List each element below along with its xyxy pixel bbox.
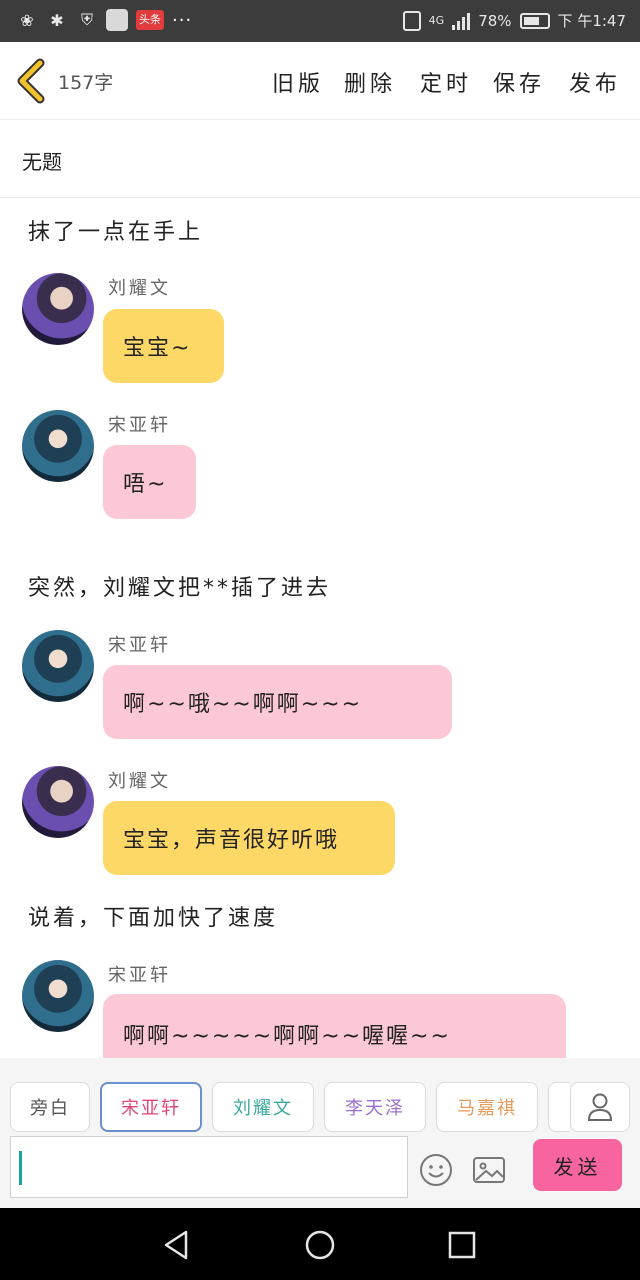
message-bubble: 啊~~哦~~啊啊~~~ [103,665,452,739]
role-tab-song-yaxuan[interactable]: 宋亚轩 [100,1082,202,1132]
status-bar: ❀ ✱ ⛨ 头条 ··· 4G 78% 下 午1:47 [0,0,640,42]
emoji-icon [420,1154,452,1186]
battery-icon [519,12,550,29]
shield-icon: ⛨ [80,10,93,29]
message-bubble: 啊啊~~~~~啊啊~~喔喔~~ 呜呜 [103,994,566,1058]
fan-icon: ❀ [20,10,34,30]
message-bubble: 宝宝，声音很好听哦 [103,801,395,875]
message-input[interactable] [10,1136,408,1198]
narration-line: 突然，刘耀文把**插了进去 [28,576,332,601]
speaker-name: 刘耀文 [108,771,171,792]
person-icon [587,1093,613,1121]
story-content[interactable]: 抹了一点在手上 刘耀文 宝宝~ 宋亚轩 唔~ 突然，刘耀文把**插了进去 宋亚轩… [0,198,640,1058]
role-tab-ma-jiaqi[interactable]: 马嘉祺 [436,1082,538,1132]
message-bubble: 唔~ [103,445,196,519]
speaker-name: 宋亚轩 [108,965,171,986]
role-label: 旁白 [30,1098,70,1119]
avatar [22,410,94,482]
more-notifications: ··· [172,9,193,31]
old-version-button[interactable]: 旧版 [272,66,324,98]
word-count: 157字 [58,72,114,94]
news-badge: 头条 [136,10,164,30]
editor-header: 157字 旧版 删除 定时 保存 发布 [0,42,640,120]
triangle-back-icon [164,1230,188,1260]
message-bubble: 宝宝~ [103,309,224,383]
square-recent-icon [448,1231,476,1259]
avatar [22,630,94,702]
manage-roles-button[interactable] [570,1082,630,1132]
circle-home-icon [305,1230,335,1260]
app-root: ❀ ✱ ⛨ 头条 ··· 4G 78% 下 午1:47 157字 旧版 删除 定… [0,0,640,1280]
publish-button[interactable]: 发布 [569,66,621,98]
chevron-left-icon [17,58,45,104]
message-text: 啊啊~~~~~啊啊~~喔喔~~ [123,1024,451,1049]
role-tab-li-tianze[interactable]: 李天泽 [324,1082,426,1132]
emoji-button[interactable] [418,1152,454,1188]
role-tab-liu-yaowen[interactable]: 刘耀文 [212,1082,314,1132]
vibrate-icon [402,10,421,31]
role-label: 马嘉祺 [457,1098,517,1119]
role-tab-narrator[interactable]: 旁白 [10,1082,90,1132]
avatar [22,273,94,345]
back-button[interactable] [14,58,50,104]
nav-back-button[interactable] [160,1228,194,1262]
speaker-name: 宋亚轩 [108,415,171,436]
app-icon [106,9,128,31]
speaker-name: 宋亚轩 [108,635,171,656]
role-label: 刘耀文 [233,1098,293,1119]
status-right: 4G 78% 下 午1:47 [402,10,626,31]
save-button[interactable]: 保存 [493,66,545,98]
text-caret [19,1151,22,1185]
avatar [22,960,94,1032]
pinwheel-icon: ✱ [50,10,64,30]
battery-percent: 78% [478,11,512,30]
composer-panel: 旁白 宋亚轩 刘耀文 李天泽 马嘉祺 发送 [0,1058,640,1208]
image-button[interactable] [471,1152,507,1188]
role-label: 李天泽 [345,1098,405,1119]
delete-button[interactable]: 删除 [344,66,396,98]
speaker-name: 刘耀文 [108,278,171,299]
nav-home-button[interactable] [303,1228,337,1262]
narration-line: 抹了一点在手上 [28,220,204,245]
status-left: ❀ ✱ ⛨ 头条 ··· [16,9,192,31]
image-icon [473,1157,505,1183]
story-title: 无题 [22,150,62,174]
role-label: 宋亚轩 [121,1098,181,1119]
network-type: 4G [428,14,445,27]
schedule-button[interactable]: 定时 [420,66,472,98]
avatar [22,766,94,838]
send-button[interactable]: 发送 [533,1139,622,1191]
clock: 下 午1:47 [557,12,626,30]
title-row[interactable]: 无题 [0,120,640,198]
nav-recent-button[interactable] [445,1228,479,1262]
signal-icon [452,12,471,30]
narration-line: 说着，下面加快了速度 [28,906,279,931]
role-tab-partial[interactable] [548,1082,570,1132]
system-nav-bar [0,1208,640,1280]
